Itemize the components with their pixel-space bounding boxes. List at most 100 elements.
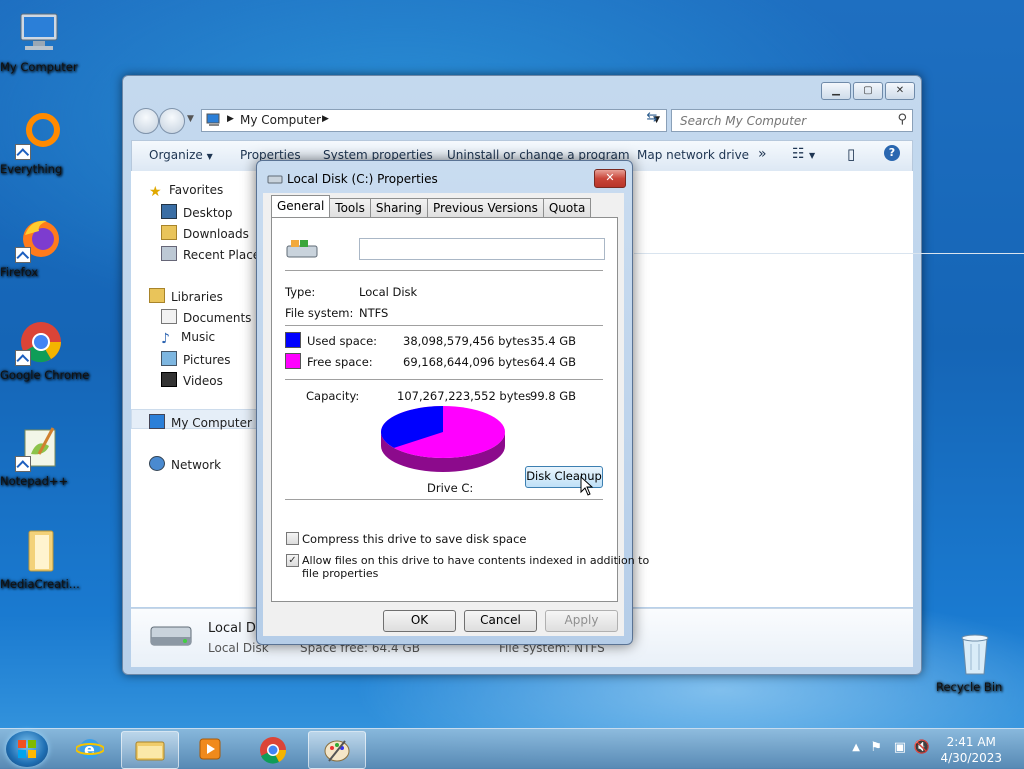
navigation-bar: ▼ ▶ My Computer ▶ ▼ ⇆ ⚲: [131, 106, 913, 134]
search-icon[interactable]: ⚲: [897, 112, 907, 127]
nav-favorites[interactable]: ★ Favorites: [149, 183, 223, 199]
volume-muted-icon[interactable]: 🔇: [914, 740, 930, 755]
help-icon[interactable]: ?: [884, 145, 900, 161]
nav-label: Desktop: [183, 206, 233, 220]
clock[interactable]: 2:41 AM 4/30/2023: [940, 734, 1002, 766]
shortcut-arrow-icon: [15, 456, 31, 472]
close-button[interactable]: ✕: [885, 82, 915, 100]
maximize-button[interactable]: ▢: [853, 82, 883, 100]
address-bar[interactable]: ▶ My Computer ▶ ▼: [201, 109, 667, 132]
desktop-icon-firefox[interactable]: Firefox: [0, 215, 78, 279]
desktop-icon-everything[interactable]: Everything: [0, 112, 78, 176]
refresh-button[interactable]: ⇆: [641, 110, 663, 129]
nav-pictures[interactable]: Pictures: [161, 351, 231, 367]
tab-tools[interactable]: Tools: [329, 198, 371, 217]
nav-label: My Computer: [171, 416, 252, 430]
free-space-bytes: 69,168,644,096 bytes: [403, 355, 530, 369]
cancel-button[interactable]: Cancel: [464, 610, 537, 632]
desktop-icon-my-computer[interactable]: My Computer: [0, 10, 78, 74]
tab-general[interactable]: General: [271, 195, 331, 217]
free-space-label: Free space:: [307, 355, 373, 369]
breadcrumb-separator-icon[interactable]: ▶: [227, 114, 234, 124]
drive-letter-label: Drive C:: [427, 481, 474, 495]
taskbar-file-explorer[interactable]: [121, 731, 179, 769]
recent-places-icon: [161, 246, 177, 261]
preview-pane-icon[interactable]: ▯: [847, 145, 855, 163]
map-network-drive-button[interactable]: Map network drive: [637, 148, 749, 162]
tab-quota[interactable]: Quota: [542, 198, 592, 217]
nav-music[interactable]: ♪ Music: [161, 330, 215, 346]
change-view-icon[interactable]: ☷ ▼: [792, 146, 815, 162]
forward-button[interactable]: [159, 108, 185, 134]
ok-button[interactable]: OK: [383, 610, 456, 632]
desktop-icon-recycle-bin[interactable]: Recycle Bin: [936, 630, 1014, 694]
nav-network[interactable]: Network: [149, 456, 221, 472]
nav-downloads[interactable]: Downloads: [161, 225, 249, 241]
type-label: Type:: [285, 285, 316, 299]
shortcut-arrow-icon: [15, 350, 31, 366]
desktop-icon-label: My Computer: [0, 60, 78, 74]
search-input[interactable]: [678, 113, 882, 129]
downloads-folder-icon: [161, 225, 177, 240]
nav-desktop[interactable]: Desktop: [161, 204, 233, 220]
start-button[interactable]: [6, 731, 48, 767]
taskbar-paint[interactable]: [308, 731, 366, 769]
separator: [285, 379, 603, 380]
search-box[interactable]: ⚲: [671, 109, 913, 132]
compress-label: Compress this drive to save disk space: [302, 532, 527, 546]
taskbar: e ▲ ⚑ ▣ 🔇 2:41 AM 4/30/2023: [0, 728, 1024, 769]
type-value: Local Disk: [359, 285, 418, 299]
back-button[interactable]: [133, 108, 159, 134]
apply-button[interactable]: Apply: [545, 610, 618, 632]
taskbar-chrome[interactable]: [245, 731, 301, 767]
media-player-icon: [199, 738, 221, 760]
breadcrumb-separator-icon[interactable]: ▶: [322, 114, 329, 124]
nav-videos[interactable]: Videos: [161, 372, 223, 388]
nav-libraries[interactable]: Libraries: [149, 288, 223, 304]
desktop-icon-notepadpp[interactable]: Notepad++: [0, 424, 78, 488]
desktop-icon: [161, 204, 177, 219]
organize-button[interactable]: Organize ▼: [149, 148, 213, 162]
computer-icon: [15, 10, 63, 58]
file-system-value: NTFS: [359, 306, 389, 320]
drive-name-input[interactable]: [359, 238, 605, 260]
desktop-icon-mediacreation[interactable]: MediaCreati...: [0, 527, 80, 591]
shortcut-arrow-icon: [15, 144, 31, 160]
taskbar-media-player[interactable]: [182, 731, 238, 767]
index-checkbox[interactable]: ✓: [286, 554, 299, 567]
nav-label: Network: [171, 458, 222, 472]
nav-label: Pictures: [183, 353, 231, 367]
index-label-line2: file properties: [302, 567, 379, 580]
chrome-icon: [260, 737, 287, 764]
compress-checkbox[interactable]: [286, 532, 299, 545]
nav-recent-places[interactable]: Recent Places: [161, 246, 266, 262]
properties-dialog[interactable]: Local Disk (C:) Properties ✕ General Too…: [256, 160, 649, 645]
desktop-icon-chrome[interactable]: Google Chrome: [0, 318, 89, 382]
clock-date: 4/30/2023: [940, 751, 1002, 765]
taskbar-internet-explorer[interactable]: e: [62, 731, 118, 767]
minimize-button[interactable]: ▁: [821, 82, 851, 100]
used-space-bytes: 38,098,579,456 bytes: [403, 334, 530, 348]
tab-previous-versions[interactable]: Previous Versions: [426, 198, 544, 217]
everything-icon: [15, 112, 63, 160]
shortcut-arrow-icon: [15, 247, 31, 263]
star-icon: ★: [149, 184, 162, 200]
dialog-close-button[interactable]: ✕: [594, 169, 626, 188]
network-tray-icon[interactable]: ▣: [894, 740, 906, 755]
general-tab-panel: Type: Local Disk File system: NTFS Used …: [271, 217, 649, 602]
nav-documents[interactable]: Documents: [161, 309, 251, 325]
internet-explorer-icon: e: [76, 739, 104, 759]
nav-my-computer[interactable]: My Computer: [149, 414, 252, 430]
libraries-icon: [149, 288, 165, 303]
column-divider: [634, 253, 1024, 254]
tab-sharing[interactable]: Sharing: [369, 198, 428, 217]
chevron-down-icon: ▼: [206, 152, 213, 161]
show-hidden-icons-icon[interactable]: ▲: [852, 742, 860, 753]
action-center-flag-icon[interactable]: ⚑: [870, 740, 882, 755]
windows-logo-icon: [18, 740, 36, 758]
more-commands-button[interactable]: »: [758, 146, 767, 162]
breadcrumb-my-computer[interactable]: My Computer: [240, 113, 321, 127]
mouse-cursor-icon: [580, 476, 594, 496]
network-icon: [149, 456, 165, 471]
recent-pages-chevron-icon[interactable]: ▼: [187, 114, 194, 124]
